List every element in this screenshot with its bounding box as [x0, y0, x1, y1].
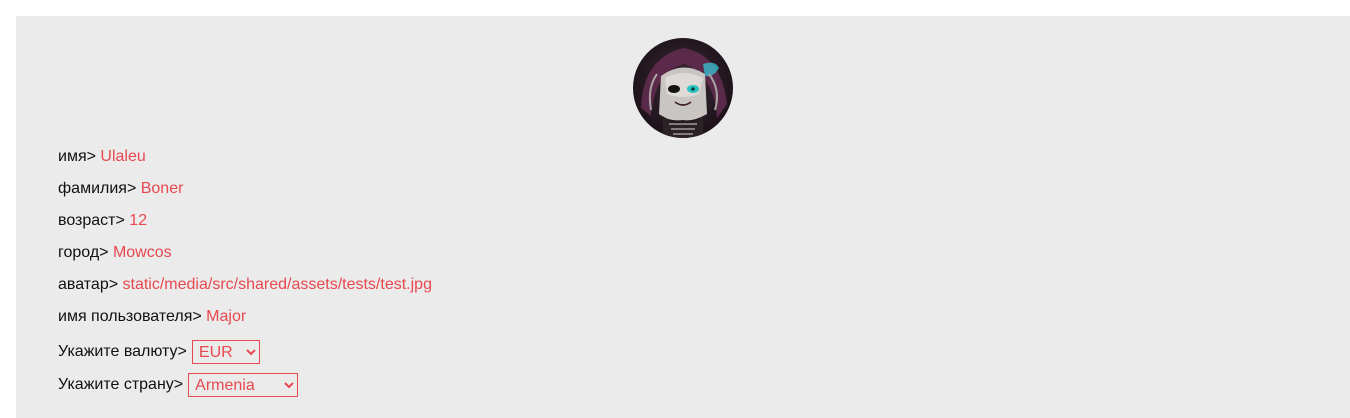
field-avatar-value: static/media/src/shared/assets/tests/tes… — [122, 276, 432, 293]
currency-row: Укажите валюту> EUR — [58, 340, 432, 364]
field-city: город> Mowcos — [58, 244, 432, 262]
field-city-value: Mowcos — [112, 244, 172, 261]
profile-card: имя> Ulaleu фамилия> Boner возраст> 12 г… — [16, 16, 1350, 418]
field-name-value: Ulaleu — [100, 148, 146, 165]
avatar-image — [633, 38, 733, 138]
country-label: Укажите страну> — [58, 376, 184, 393]
field-surname-label: фамилия> — [58, 180, 141, 197]
field-age-label: возраст> — [58, 212, 130, 229]
field-username: имя пользователя> Major — [58, 308, 432, 326]
field-surname-value: Boner — [140, 180, 184, 197]
field-name-label: имя> — [58, 148, 101, 165]
country-select[interactable]: Armenia — [188, 373, 299, 397]
field-age-value: 12 — [129, 212, 148, 229]
field-city-label: город> — [58, 244, 113, 261]
avatar — [633, 38, 733, 138]
field-avatar: аватар> static/media/src/shared/assets/t… — [58, 276, 432, 294]
field-username-label: имя пользователя> — [58, 308, 207, 325]
currency-select[interactable]: EUR — [191, 340, 260, 364]
field-age: возраст> 12 — [58, 212, 432, 230]
field-name: имя> Ulaleu — [58, 148, 432, 166]
field-surname: фамилия> Boner — [58, 180, 432, 198]
country-row: Укажите страну> Armenia — [58, 373, 432, 397]
profile-fields: имя> Ulaleu фамилия> Boner возраст> 12 г… — [58, 148, 432, 406]
currency-label: Укажите валюту> — [58, 343, 187, 360]
field-avatar-label: аватар> — [58, 276, 123, 293]
field-username-value: Major — [206, 308, 247, 325]
